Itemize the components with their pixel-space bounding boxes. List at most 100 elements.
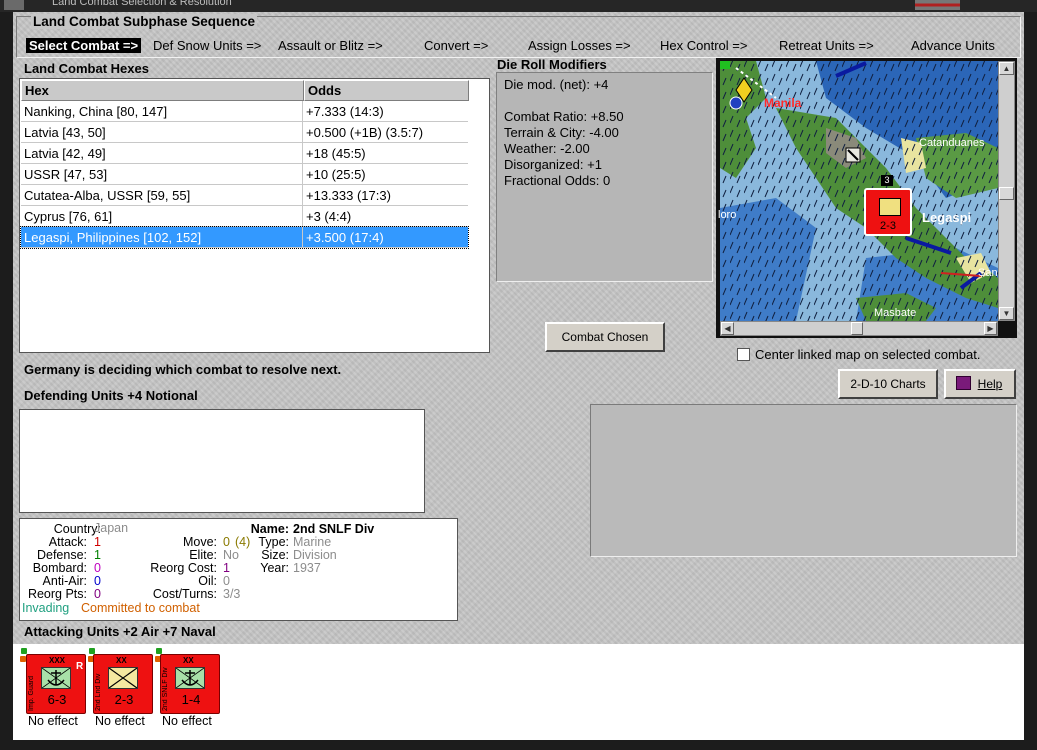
country-value: Japan — [94, 521, 129, 535]
bombard-value: 0 — [94, 561, 101, 575]
marine-anchor-icon — [41, 667, 71, 689]
unit-size: XX — [116, 656, 127, 665]
step-def-snow-units: Def Snow Units => — [153, 38, 262, 53]
center-linked-map-label: Center linked map on selected combat. — [755, 347, 981, 362]
table-row[interactable]: Nanking, China [80, 147] +7.333 (14:3) — [21, 101, 468, 122]
unit-status-dot — [21, 648, 27, 654]
linked-map[interactable]: Manila Catanduanes Legaspi Masbate loro … — [716, 58, 1017, 338]
cost-turns-label: Cost/Turns: — [152, 587, 217, 601]
combat-chosen-button[interactable]: Combat Chosen — [545, 322, 665, 352]
step-assign-losses: Assign Losses => — [528, 38, 631, 53]
move-value: 0 — [223, 535, 230, 549]
map-vertical-scrollbar[interactable]: ▲ ▼ — [998, 61, 1015, 321]
map-horizontal-scrollbar[interactable]: ◀ ▶ — [720, 321, 998, 336]
modifier-terrain-city: Terrain & City: -4.00 — [504, 125, 619, 140]
defending-units-list[interactable] — [19, 409, 425, 513]
attacking-units-title: Attacking Units +2 Air +7 Naval — [24, 624, 216, 639]
year-label: Year: — [260, 561, 289, 575]
unit-effect: No effect — [95, 714, 145, 728]
table-row[interactable]: Cutatea-Alba, USSR [59, 55] +13.333 (17:… — [21, 185, 468, 206]
step-retreat-units: Retreat Units => — [779, 38, 874, 53]
table-row[interactable]: Latvia [43, 50] +0.500 (+1B) (3.5:7) — [21, 122, 468, 143]
antiair-label: Anti-Air: — [42, 574, 87, 588]
odds-cell: +3 (4:4) — [306, 209, 352, 224]
table-row-selected[interactable]: Legaspi, Philippines [102, 152] +3.500 (… — [20, 226, 469, 249]
status-invading: Invading — [22, 601, 70, 615]
help-button[interactable]: Help — [944, 369, 1016, 399]
step-assault-or-blitz: Assault or Blitz => — [278, 38, 383, 53]
reorg-pts-label: Reorg Pts: — [27, 587, 87, 601]
infantry-x-icon — [108, 667, 138, 689]
scroll-right-icon[interactable]: ▶ — [984, 322, 997, 335]
title-bar: Land Combat Selection & Resolution — [0, 0, 1037, 12]
marine-anchor-icon — [175, 667, 205, 689]
land-combat-hexes-table: Hex Odds Nanking, China [80, 147] +7.333… — [19, 78, 490, 353]
step-hex-control: Hex Control => — [660, 38, 748, 53]
modifier-combat-ratio: Combat Ratio: +8.50 — [504, 109, 624, 124]
table-row[interactable]: Cyprus [76, 61] +3 (4:4) — [21, 206, 468, 227]
odds-cell: +7.333 (14:3) — [306, 104, 384, 119]
unit-strength: 6-3 — [47, 692, 67, 707]
odds-cell: +10 (25:5) — [306, 167, 366, 182]
unit-size: XXX — [49, 656, 66, 665]
scroll-left-icon[interactable]: ◀ — [721, 322, 734, 335]
type-label: Type: — [258, 535, 289, 549]
table-row[interactable]: USSR [47, 53] +10 (25:5) — [21, 164, 468, 185]
combat-results-panel — [590, 404, 1017, 557]
hex-cell: Legaspi, Philippines [102, 152] — [21, 227, 303, 248]
type-value: Marine — [293, 535, 332, 549]
help-button-label: Help — [977, 377, 1003, 391]
modifier-disorganized: Disorganized: +1 — [504, 157, 602, 172]
step-advance-units: Advance Units — [911, 38, 995, 53]
scroll-thumb[interactable] — [999, 187, 1014, 200]
charts-button[interactable]: 2-D-10 Charts — [838, 369, 938, 399]
hex-cell: USSR [47, 53] — [21, 164, 303, 185]
modifier-fractional-odds: Fractional Odds: 0 — [504, 173, 611, 188]
scroll-thumb[interactable] — [851, 322, 863, 335]
map-stack-count: 3 — [881, 175, 893, 186]
map-label-masbate: Masbate — [874, 307, 917, 319]
unit-size: XX — [183, 656, 194, 665]
map-label-catanduanes: Catanduanes — [919, 137, 985, 149]
cost-turns-value: 3/3 — [223, 587, 241, 601]
scroll-up-icon[interactable]: ▲ — [999, 62, 1014, 75]
map-unit-counter[interactable]: 2-3 — [864, 188, 912, 236]
attacking-unit-counter[interactable]: 2nd SNLF Div XX 1-4 — [160, 654, 220, 714]
attacking-unit-counter[interactable]: 2nd Lnd Div XX 2-3 — [93, 654, 153, 714]
window-frame-left — [0, 12, 13, 750]
reorg-cost-label: Reorg Cost: — [150, 561, 217, 575]
size-value: Division — [293, 548, 337, 562]
defense-label: Defense: — [36, 548, 87, 562]
unit-strength: 1-4 — [181, 692, 201, 707]
attack-label: Attack: — [48, 535, 87, 549]
system-menu-icon[interactable] — [4, 0, 24, 10]
center-linked-map-checkbox[interactable] — [737, 348, 750, 361]
size-label: Size: — [261, 548, 289, 562]
table-header: Hex Odds — [21, 80, 469, 101]
scroll-down-icon[interactable]: ▼ — [999, 307, 1014, 320]
window-frame-bottom — [0, 740, 1037, 750]
antiair-value: 0 — [94, 574, 101, 588]
status-committed: Committed to combat — [81, 601, 200, 615]
column-header-hex[interactable]: Hex — [21, 80, 304, 101]
defense-value: 1 — [94, 548, 101, 562]
hex-cell: Cyprus [76, 61] — [21, 206, 303, 227]
status-message: Germany is deciding which combat to reso… — [24, 362, 342, 377]
odds-cell: +3.500 (17:4) — [306, 230, 384, 245]
attacking-unit-counter[interactable]: Imp. Guard XXX R 6-3 — [26, 654, 86, 714]
elite-value: No — [223, 548, 239, 562]
table-row[interactable]: Latvia [42, 49] +18 (45:5) — [21, 143, 468, 164]
name-value: 2nd SNLF Div — [293, 522, 375, 536]
unit-effect: No effect — [162, 714, 212, 728]
hex-cell: Cutatea-Alba, USSR [59, 55] — [21, 185, 303, 206]
column-header-odds[interactable]: Odds — [304, 80, 469, 101]
move-extra-value: (4) — [235, 535, 251, 549]
name-label: Name: — [250, 522, 289, 536]
move-label: Move: — [182, 535, 217, 549]
attack-value: 1 — [94, 535, 101, 549]
map-label-manila: Manila — [764, 96, 802, 110]
land-combat-hexes-title: Land Combat Hexes — [24, 61, 149, 76]
die-roll-modifiers-box: Die mod. (net): +4 Combat Ratio: +8.50 T… — [496, 72, 713, 282]
year-value: 1937 — [293, 561, 321, 575]
help-book-icon — [956, 376, 971, 390]
